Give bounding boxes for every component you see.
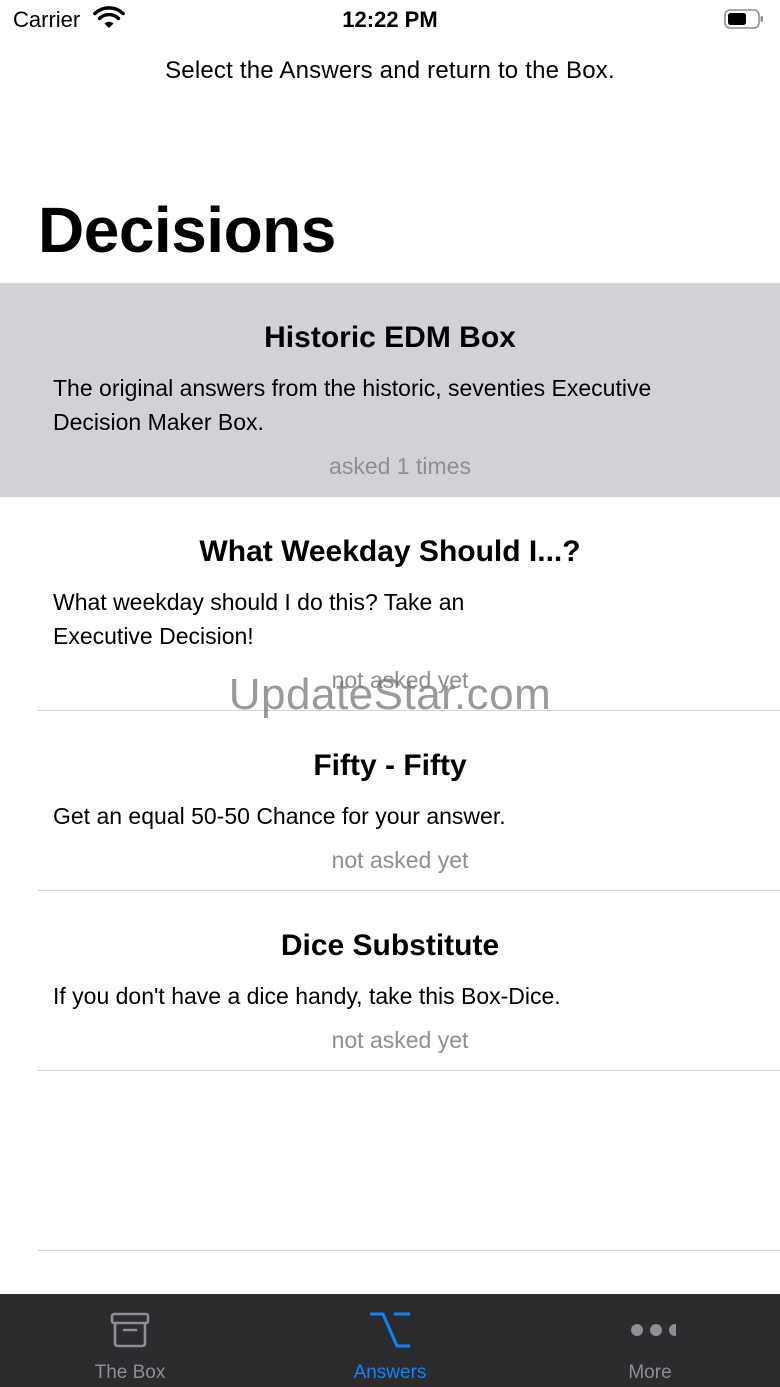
instruction-text: Select the Answers and return to the Box… — [165, 57, 615, 84]
status-time: 12:22 PM — [342, 7, 438, 32]
tab-label: More — [628, 1362, 672, 1383]
decision-description: Get an equal 50-50 Chance for your answe… — [53, 803, 506, 829]
decision-description: If you don't have a dice handy, take thi… — [53, 983, 561, 1009]
decision-ask-count: not asked yet — [331, 1027, 469, 1053]
decision-ask-count: asked 1 times — [329, 453, 471, 479]
status-bar: Carrier 12:22 PM — [0, 0, 780, 42]
more-dots-icon — [631, 1324, 676, 1336]
tab-label: The Box — [94, 1362, 166, 1383]
tab-answers[interactable]: Answers — [260, 1294, 520, 1387]
decision-title: What Weekday Should I...? — [199, 535, 581, 568]
decision-row-fifty-fifty[interactable]: Fifty - Fifty Get an equal 50-50 Chance … — [0, 711, 780, 891]
watermark: UpdateStar.com — [228, 670, 552, 719]
decision-title: Fifty - Fifty — [313, 749, 467, 782]
decision-row-historic-edm-box[interactable]: Historic EDM Box The original answers fr… — [0, 283, 780, 497]
page-title: Decisions — [38, 194, 336, 266]
tab-bar: The Box Answers More — [0, 1294, 780, 1387]
decision-title: Historic EDM Box — [264, 321, 516, 354]
decision-title: Dice Substitute — [280, 929, 500, 962]
option-key-icon — [370, 1312, 410, 1348]
archive-box-icon — [110, 1312, 150, 1348]
tab-more[interactable]: More — [520, 1294, 780, 1387]
tab-the-box[interactable]: The Box — [0, 1294, 260, 1387]
decision-row-dice-substitute[interactable]: Dice Substitute If you don't have a dice… — [0, 891, 780, 1071]
tab-label: Answers — [353, 1362, 427, 1383]
empty-row-separator — [38, 1250, 780, 1251]
decision-description: The original answers from the historic, … — [53, 375, 652, 435]
row-separator — [38, 1070, 780, 1071]
battery-icon — [724, 9, 763, 29]
decision-ask-count: not asked yet — [331, 847, 469, 873]
decision-description: What weekday should I do this? Take an E… — [53, 589, 465, 649]
